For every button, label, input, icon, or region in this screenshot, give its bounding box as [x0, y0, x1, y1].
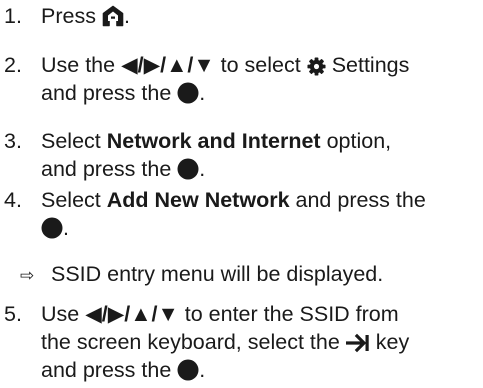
step-5-text-e: and press the — [41, 358, 172, 382]
step-2-text: Use the — [41, 53, 116, 77]
settings-label: Settings — [331, 53, 410, 77]
step-2-text-c: and press the — [41, 81, 172, 105]
ok-button-icon — [177, 82, 199, 111]
network-and-internet-label: Network and Internet — [106, 129, 321, 153]
tab-key-icon — [345, 332, 370, 360]
step-text: Select Add New Network and press the . — [41, 186, 481, 242]
step-number: 4. — [4, 188, 22, 212]
step-text: Press . — [41, 2, 481, 30]
step-3-text: Select — [41, 129, 101, 153]
step-2-text-b: to select — [220, 53, 301, 77]
ok-button-icon — [177, 359, 199, 388]
step-4-text: Select — [41, 188, 101, 212]
home-icon — [102, 5, 124, 34]
step-1-text: Press — [41, 4, 96, 28]
arrow-keys-icon: ◀/▶/▲/▼ — [85, 302, 179, 326]
step-number: 3. — [4, 129, 22, 153]
step-4-period: . — [63, 216, 69, 240]
instruction-list: 1. Press . 2. Use the ◀/▶/▲/▼ to select — [0, 0, 483, 385]
step-number: 5. — [4, 302, 22, 326]
gear-icon — [307, 55, 326, 83]
step-text: Select Network and Internet option, and … — [41, 127, 481, 183]
step-text: Use ◀/▶/▲/▼ to enter the SSID from the s… — [41, 300, 481, 384]
step-5-text-d: key — [375, 330, 410, 354]
step-5-text: Use — [41, 302, 80, 326]
ok-button-icon — [41, 217, 63, 246]
step-5-text-b: to enter the SSID from — [184, 302, 399, 326]
step-3-period: . — [199, 157, 206, 181]
step-number: 1. — [4, 4, 22, 28]
step-3-text-c: and press the — [41, 157, 172, 181]
ok-button-icon — [177, 158, 199, 187]
step-3-text-b: option, — [326, 129, 392, 153]
step-5-text-c: the screen keyboard, select the — [41, 330, 340, 354]
step-4-text-b: and press the — [295, 188, 426, 212]
right-arrow-icon: ⇨ — [20, 266, 35, 286]
step-5-period: . — [199, 358, 206, 382]
step-number: 2. — [4, 53, 22, 77]
step-text: Use the ◀/▶/▲/▼ to select Settings and p… — [41, 51, 481, 107]
step-2-period: . — [199, 81, 206, 105]
add-new-network-label: Add New Network — [106, 188, 290, 212]
note-text: SSID entry menu will be displayed. — [51, 262, 384, 286]
arrow-keys-icon: ◀/▶/▲/▼ — [121, 53, 215, 77]
step-1-period: . — [123, 4, 130, 28]
result-note: ⇨ SSID entry menu will be displayed. — [20, 260, 480, 290]
